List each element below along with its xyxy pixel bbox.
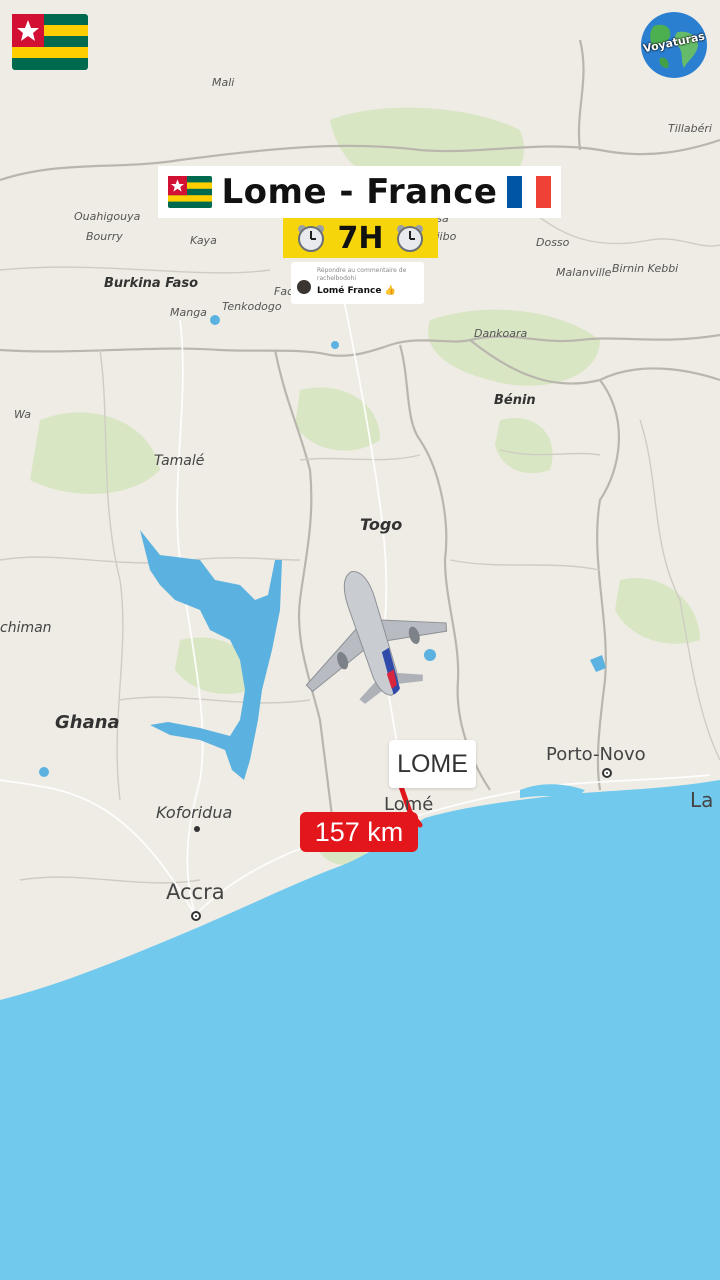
airplane-icon bbox=[305, 571, 448, 704]
place-label-bourry: Bourry bbox=[86, 230, 123, 243]
place-label-chiman: chiman bbox=[0, 620, 52, 636]
place-label-tillaberi: Tillabéri bbox=[668, 122, 712, 135]
city-marker-koforidua bbox=[194, 826, 200, 832]
place-label-dosso: Dosso bbox=[536, 236, 570, 249]
place-label-accra: Accra bbox=[166, 880, 225, 904]
togo-flag-icon bbox=[167, 176, 212, 208]
reply-message-text: Lomé France bbox=[317, 286, 382, 296]
comment-reply-card[interactable]: Répondre au commentaire de rachelbodohi … bbox=[291, 262, 424, 304]
flight-duration: 7H bbox=[337, 220, 384, 256]
place-label-koforidua: Koforidua bbox=[156, 803, 233, 822]
destination-label: LOME bbox=[389, 740, 476, 788]
avatar bbox=[297, 280, 311, 294]
thumbs-up-icon: 👍 bbox=[384, 286, 396, 296]
channel-logo[interactable]: Voyaturas bbox=[640, 12, 708, 78]
france-flag-icon bbox=[507, 176, 552, 208]
place-label-malanville: Malanville bbox=[556, 266, 612, 279]
route-title-banner: Lome - France bbox=[158, 166, 561, 218]
place-label-kaya: Kaya bbox=[190, 234, 217, 247]
country-label-benin: Bénin bbox=[494, 393, 536, 408]
country-label-burkina-faso: Burkina Faso bbox=[104, 276, 199, 291]
reply-heading: Répondre au commentaire de rachelbodohi bbox=[317, 267, 407, 282]
capital-marker-porto-novo bbox=[602, 768, 612, 778]
alarm-clock-icon bbox=[397, 225, 424, 252]
distance-badge: 157 km bbox=[300, 812, 418, 852]
place-label-ouahigouya: Ouahigouya bbox=[74, 210, 141, 223]
place-label-tenkodogo: Tenkodogo bbox=[222, 300, 282, 313]
place-label-manga: Manga bbox=[170, 306, 207, 319]
place-label-la: La bbox=[690, 788, 714, 812]
alarm-clock-icon bbox=[297, 225, 324, 252]
place-label-birnin-kebbi: Birnin Kebbi bbox=[612, 262, 679, 275]
place-label-mali: Mali bbox=[212, 76, 235, 89]
capital-marker-accra bbox=[191, 911, 201, 921]
route-title: Lome - France bbox=[221, 172, 498, 212]
country-label-togo: Togo bbox=[360, 515, 403, 534]
place-label-porto-novo: Porto-Novo bbox=[546, 744, 646, 765]
place-label-tamale: Tamalé bbox=[154, 453, 205, 469]
togo-flag-icon bbox=[12, 14, 88, 70]
country-label-ghana: Ghana bbox=[55, 712, 120, 733]
place-label-wa: Wa bbox=[14, 408, 32, 421]
flight-duration-banner: 7H bbox=[283, 218, 438, 258]
place-label-dankoara: Dankoara bbox=[474, 327, 528, 340]
reply-message: Lomé France 👍 bbox=[317, 286, 396, 296]
